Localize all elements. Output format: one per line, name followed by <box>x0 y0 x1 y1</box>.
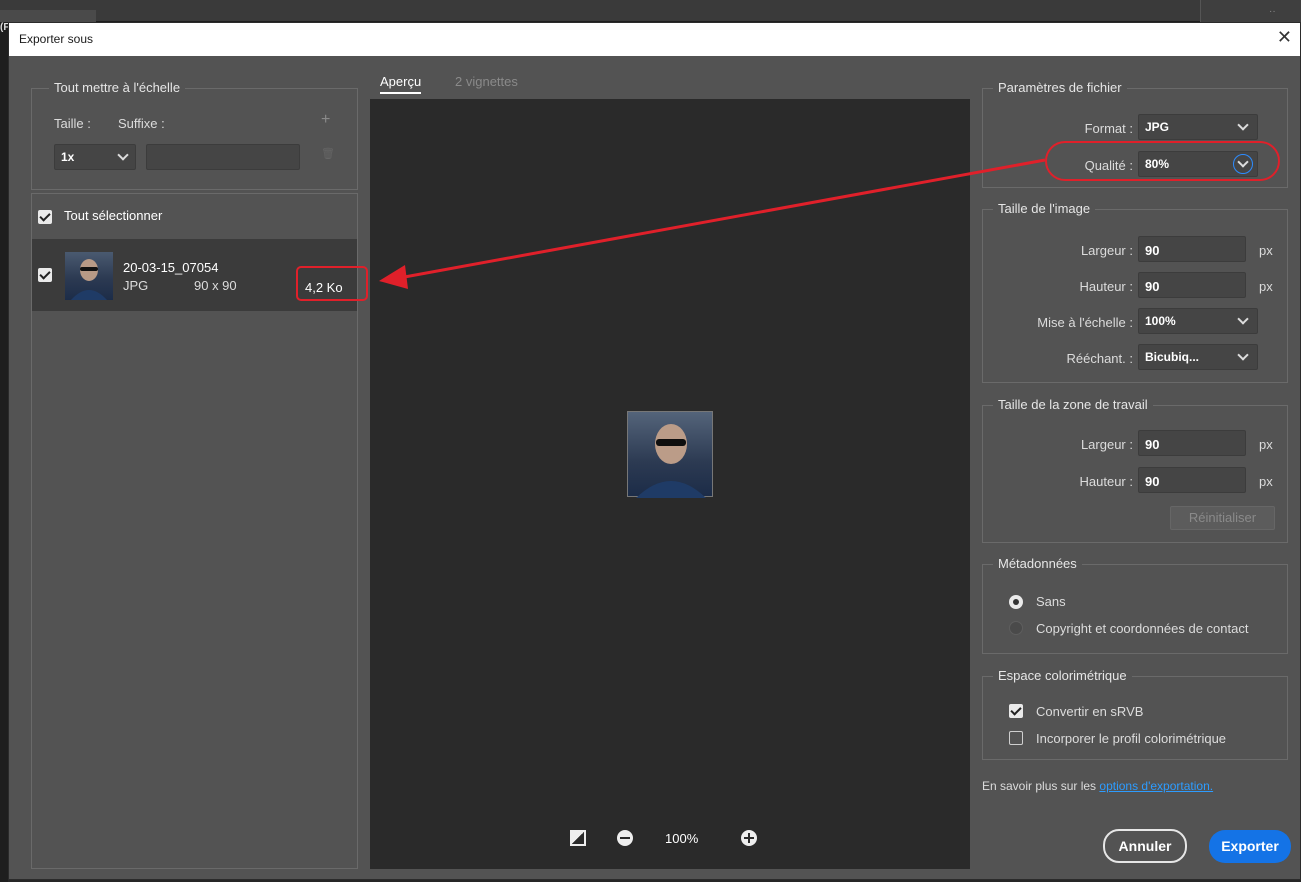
reset-button[interactable]: Réinitialiser <box>1170 506 1275 530</box>
canvas-height-unit: px <box>1259 474 1273 489</box>
embed-profile-label[interactable]: Incorporer le profil colorimétrique <box>1036 731 1226 746</box>
tab-apercu[interactable]: Aperçu <box>380 74 422 94</box>
annotation-size-highlight <box>296 266 368 301</box>
trash-icon[interactable]: 🗑 <box>321 147 335 160</box>
select-all-checkbox[interactable] <box>38 210 52 224</box>
format-label: Format : <box>1084 121 1133 136</box>
image-height-input[interactable]: 90 <box>1138 272 1246 298</box>
add-scale-icon[interactable]: + <box>321 111 330 129</box>
scale-label: Mise à l'échelle : <box>1037 315 1133 330</box>
dialog-title: Exporter sous <box>19 32 94 46</box>
image-width-unit: px <box>1259 243 1273 258</box>
image-height-unit: px <box>1259 279 1273 294</box>
metadata-none-label[interactable]: Sans <box>1036 594 1066 609</box>
select-all-label[interactable]: Tout sélectionner <box>64 208 162 223</box>
canvas-size-panel: Taille de la zone de travail Largeur : 9… <box>982 397 1288 543</box>
metadata-none-radio[interactable] <box>1009 595 1023 609</box>
tab-2-vignettes[interactable]: 2 vignettes <box>455 74 518 89</box>
resample-label: Rééchant. : <box>1066 351 1134 366</box>
close-icon[interactable]: ✕ <box>1277 27 1292 48</box>
image-size-legend: Taille de l'image <box>993 201 1096 216</box>
chevron-down-icon <box>1237 119 1249 131</box>
size-label: Taille : <box>54 116 91 131</box>
zoom-level: 100% <box>665 831 699 846</box>
preview-canvas[interactable]: 100% <box>370 99 970 869</box>
preview-image <box>627 411 713 498</box>
canvas-width-input[interactable]: 90 <box>1138 430 1246 456</box>
learn-more-text: En savoir plus sur les options d'exporta… <box>982 779 1214 793</box>
color-space-legend: Espace colorimétrique <box>993 668 1132 683</box>
annotation-quality-highlight <box>1045 141 1280 181</box>
canvas-size-legend: Taille de la zone de travail <box>993 397 1153 412</box>
scale-panel-legend: Tout mettre à l'échelle <box>49 80 186 95</box>
image-width-label: Largeur : <box>1080 243 1133 258</box>
image-height-label: Hauteur : <box>1079 279 1133 294</box>
image-width-input[interactable]: 90 <box>1138 236 1246 262</box>
embed-profile-checkbox[interactable] <box>1009 731 1023 745</box>
image-scale-select[interactable]: 100% <box>1138 308 1258 334</box>
asset-thumbnail <box>65 252 113 300</box>
resample-select[interactable]: Bicubiq... <box>1138 344 1258 370</box>
background-app-right: ·· <box>1200 0 1301 22</box>
file-settings-legend: Paramètres de fichier <box>993 80 1127 95</box>
background-app-topbar <box>0 0 1301 22</box>
toggle-background-icon[interactable] <box>570 830 586 846</box>
export-as-dialog: Exporter sous ✕ Tout mettre à l'échelle … <box>8 22 1301 880</box>
suffix-input[interactable] <box>146 144 300 170</box>
convert-srgb-label[interactable]: Convertir en sRVB <box>1036 704 1143 719</box>
metadata-copyright-radio[interactable] <box>1009 621 1023 635</box>
asset-checkbox[interactable] <box>38 268 52 282</box>
convert-srgb-checkbox[interactable] <box>1009 704 1023 718</box>
zoom-in-icon[interactable] <box>741 830 757 846</box>
chevron-down-icon <box>1237 349 1249 361</box>
dialog-titlebar: Exporter sous ✕ <box>9 23 1300 56</box>
canvas-width-unit: px <box>1259 437 1273 452</box>
canvas-width-label: Largeur : <box>1080 437 1133 452</box>
format-select[interactable]: JPG <box>1138 114 1258 140</box>
metadata-copyright-label[interactable]: Copyright et coordonnées de contact <box>1036 621 1248 636</box>
asset-dimensions: 90 x 90 <box>194 278 237 293</box>
background-app-left-strip <box>0 22 8 882</box>
export-options-link[interactable]: options d'exportation. <box>1099 779 1213 793</box>
asset-name: 20-03-15_07054 <box>123 260 219 275</box>
export-button[interactable]: Exporter <box>1209 830 1291 863</box>
asset-format: JPG <box>123 278 149 293</box>
cancel-button[interactable]: Annuler <box>1103 829 1187 863</box>
canvas-height-input[interactable]: 90 <box>1138 467 1246 493</box>
color-space-panel: Espace colorimétrique Convertir en sRVB … <box>982 668 1288 760</box>
image-size-panel: Taille de l'image Largeur : 90 px Hauteu… <box>982 201 1288 383</box>
metadata-panel: Métadonnées Sans Copyright et coordonnée… <box>982 556 1288 654</box>
metadata-legend: Métadonnées <box>993 556 1082 571</box>
chevron-down-icon <box>1237 313 1249 325</box>
canvas-height-label: Hauteur : <box>1079 474 1133 489</box>
zoom-out-icon[interactable] <box>617 830 633 846</box>
scale-panel: Tout mettre à l'échelle Taille : Suffixe… <box>31 80 358 190</box>
scale-size-select[interactable]: 1x <box>54 144 136 170</box>
suffix-label: Suffixe : <box>118 116 165 131</box>
chevron-down-icon <box>117 149 129 161</box>
